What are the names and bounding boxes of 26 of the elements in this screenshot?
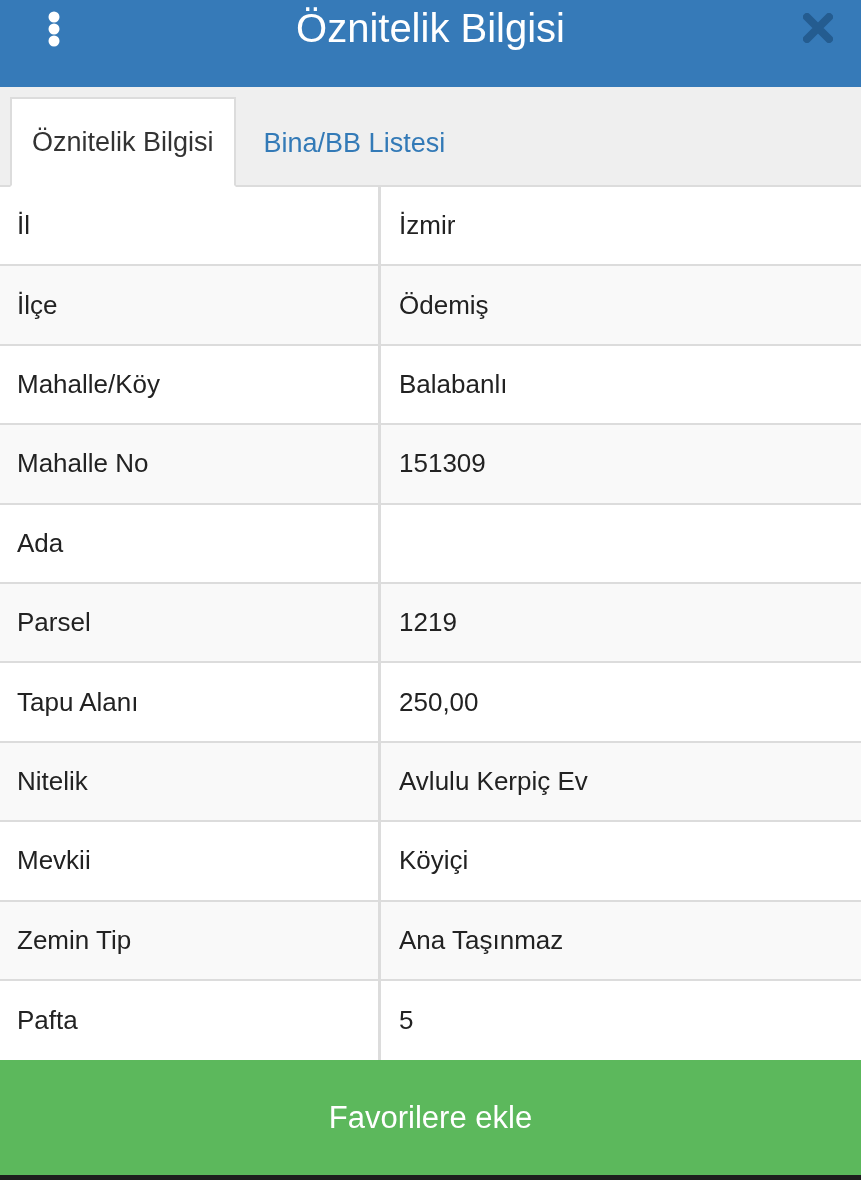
tab[interactable]: Bina/BB Listesi bbox=[235, 97, 474, 187]
table-cell: Nitelik bbox=[0, 742, 381, 823]
menu-icon[interactable] bbox=[47, 11, 60, 47]
table-cell: Balabanlı bbox=[381, 345, 861, 426]
table-cell: Pafta bbox=[0, 980, 381, 1061]
table-cell: Ödemiş bbox=[381, 266, 861, 346]
add-to-favorites-button[interactable]: Favorilere ekle bbox=[0, 1060, 861, 1176]
table-cell: Mahalle/Köy bbox=[0, 345, 381, 426]
table-cell: Ada bbox=[0, 504, 381, 584]
window-title: Öznitelik Bilgisi bbox=[295, 5, 566, 52]
table-cell: İzmir bbox=[381, 187, 861, 267]
table-cell: 5 bbox=[381, 980, 861, 1061]
table-cell: Köyiçi bbox=[381, 822, 861, 902]
table-cell: 151309 bbox=[381, 425, 861, 505]
table-cell: 250,00 bbox=[381, 663, 861, 743]
table-cell: Tapu Alanı bbox=[0, 663, 381, 743]
table-cell: Zemin Tip bbox=[0, 901, 381, 981]
table-cell: 1219 bbox=[381, 583, 861, 664]
table-cell: İlçe bbox=[0, 266, 381, 346]
table-cell: Mevkii bbox=[0, 822, 381, 902]
tab[interactable]: Öznitelik Bilgisi bbox=[10, 97, 236, 187]
table-cell: Avlulu Kerpiç Ev bbox=[381, 742, 861, 823]
table-cell: Parsel bbox=[0, 583, 381, 664]
table-cell: Mahalle No bbox=[0, 425, 381, 505]
table-cell: Ana Taşınmaz bbox=[381, 901, 861, 981]
table-cell: İl bbox=[0, 187, 381, 267]
